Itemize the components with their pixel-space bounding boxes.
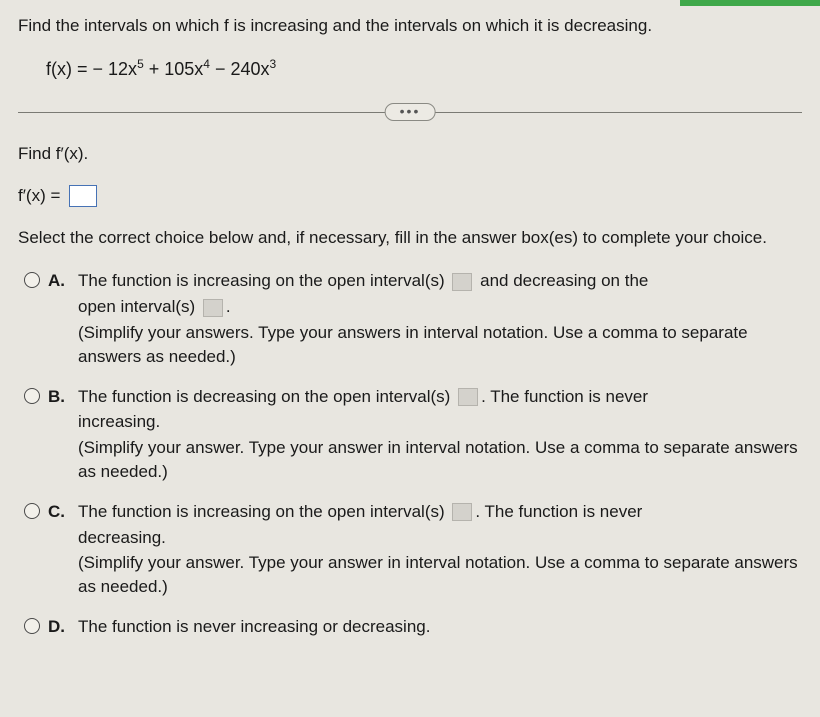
choice-c-row: C. The function is increasing on the ope… [18, 500, 802, 599]
choice-a-hint: (Simplify your answers. Type your answer… [78, 321, 802, 369]
choice-c-input-1[interactable] [452, 503, 472, 521]
choice-c-radio[interactable] [24, 503, 40, 519]
choice-b-input-1[interactable] [458, 388, 478, 406]
choice-a-letter: A. [48, 269, 68, 293]
choice-b-hint: (Simplify your answer. Type your answer … [78, 436, 802, 484]
choice-d-row: D. The function is never increasing or d… [18, 615, 802, 641]
expand-ellipsis-button[interactable]: ••• [385, 103, 436, 121]
choice-b-text-2: . The function is never [481, 387, 648, 406]
equation-lhs: f(x) = [46, 59, 93, 79]
choice-c-hint: (Simplify your answer. Type your answer … [78, 551, 802, 599]
choice-a-text-1: The function is increasing on the open i… [78, 271, 445, 290]
choice-a-radio[interactable] [24, 272, 40, 288]
choice-b-radio[interactable] [24, 388, 40, 404]
choice-d-text: The function is never increasing or decr… [78, 615, 802, 639]
choice-a-text-4: . [226, 297, 231, 316]
choice-c-text-3: decreasing. [78, 526, 802, 550]
choice-c-letter: C. [48, 500, 68, 524]
choice-c-text-2: . The function is never [475, 502, 642, 521]
choice-a-row: A. The function is increasing on the ope… [18, 269, 802, 368]
question-prompt: Find the intervals on which f is increas… [18, 14, 802, 38]
header-accent-bar [680, 0, 820, 6]
choice-a-text-2: and decreasing on the [480, 271, 648, 290]
fprime-input[interactable] [69, 185, 97, 207]
function-equation: f(x) = − 12x5 + 105x4 − 240x3 [18, 56, 802, 82]
choice-d-radio[interactable] [24, 618, 40, 634]
choice-b-text-1: The function is decreasing on the open i… [78, 387, 450, 406]
equation-rhs: − 12x5 + 105x4 − 240x3 [93, 59, 277, 79]
fprime-lhs: f′(x) = [18, 186, 60, 205]
choice-d-letter: D. [48, 615, 68, 639]
choice-b-text-3: increasing. [78, 410, 802, 434]
choice-a-input-2[interactable] [203, 299, 223, 317]
select-choice-prompt: Select the correct choice below and, if … [18, 226, 802, 250]
choice-a-text-3: open interval(s) [78, 297, 195, 316]
choice-b-letter: B. [48, 385, 68, 409]
find-fprime-label: Find f′(x). [18, 142, 802, 166]
choice-b-row: B. The function is decreasing on the ope… [18, 385, 802, 484]
choice-a-input-1[interactable] [452, 273, 472, 291]
choice-c-text-1: The function is increasing on the open i… [78, 502, 445, 521]
